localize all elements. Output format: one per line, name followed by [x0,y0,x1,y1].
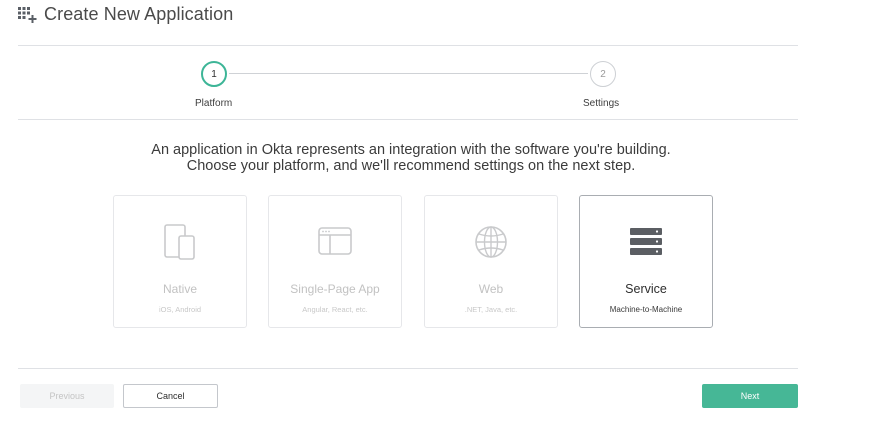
platform-subtitle: .NET, Java, etc. [464,305,518,314]
platform-card-native[interactable]: Native iOS, Android [113,195,247,328]
platform-name: Web [478,282,504,296]
platform-name: Service [625,282,667,296]
platform-subtitle: Machine-to-Machine [609,305,683,314]
platform-card-single-page-app[interactable]: Single-Page App Angular, React, etc. [268,195,402,328]
cancel-button[interactable]: Cancel [123,384,218,408]
previous-button[interactable]: Previous [20,384,114,408]
page-header: Create New Application [18,4,233,25]
step-1-label: Platform [195,98,233,109]
intro-line-1: An application in Okta represents an int… [151,142,671,158]
next-button[interactable]: Next [702,384,798,408]
platform-card-service[interactable]: Service Machine-to-Machine [579,195,713,328]
footer-divider [18,368,798,369]
stepper-connector [229,73,588,74]
step-2-indicator: 2 [590,61,616,87]
platform-card-web[interactable]: Web .NET, Java, etc. [424,195,558,328]
header-divider [18,45,798,46]
stepper-divider [18,119,798,120]
server-icon [630,228,662,255]
platform-subtitle: iOS, Android [158,305,202,314]
globe-icon [475,226,507,258]
step-2-label: Settings [583,98,620,109]
grid-plus-icon [18,6,37,23]
platform-subtitle: Angular, React, etc. [302,305,368,314]
intro-line-2: Choose your platform, and we'll recommen… [186,158,636,174]
platform-name: Single-Page App [290,282,380,296]
browser-window-icon [318,227,352,255]
step-1-number: 1 [211,68,217,80]
step-1-indicator: 1 [201,61,227,87]
platform-name: Native [162,282,197,296]
page-title: Create New Application [44,4,234,24]
step-2-number: 2 [600,68,606,80]
mobile-devices-icon [164,224,195,260]
